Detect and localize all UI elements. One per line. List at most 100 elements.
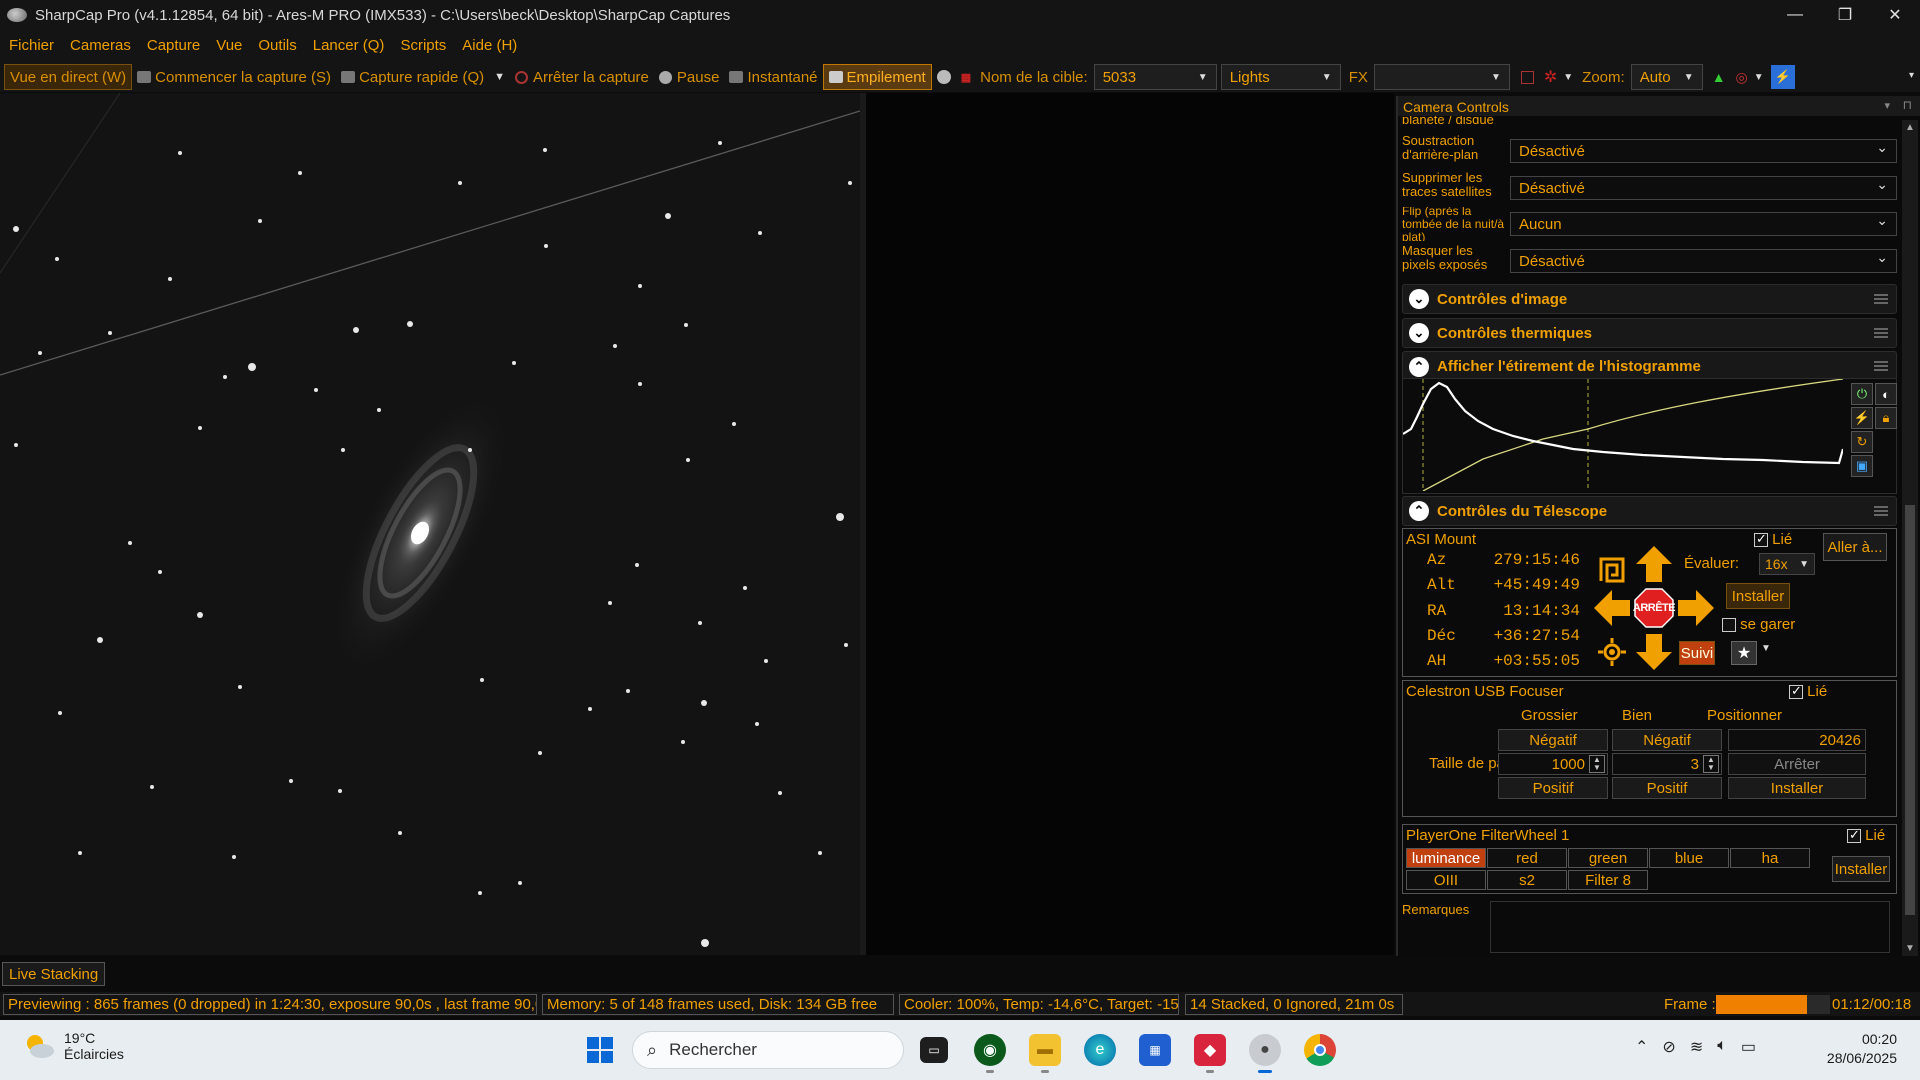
filter-ha[interactable]: ha (1730, 848, 1810, 868)
start-capture-button[interactable]: Commencer la capture (S) (132, 64, 336, 90)
filterwheel-linked-checkbox[interactable]: Lié (1847, 827, 1885, 844)
fx-select[interactable]: ▼ (1373, 64, 1510, 90)
filter-red[interactable]: red (1487, 848, 1567, 868)
wifi-icon[interactable]: ≋ (1690, 1037, 1703, 1057)
menu-cameras[interactable]: Cameras (62, 30, 139, 62)
satellite-trails-select[interactable]: Désactivé (1510, 176, 1897, 200)
fine-step-input[interactable]: 3 ▲ ▼ (1612, 753, 1722, 775)
hamburger-icon[interactable] (1874, 506, 1888, 516)
taskbar-app-phd[interactable]: ◉ (974, 1034, 1006, 1073)
close-button[interactable]: ✕ (1870, 0, 1920, 30)
quick-capture-button[interactable]: Capture rapide (Q) ▼ (336, 64, 510, 90)
auto-stretch-button[interactable]: ⚡ (1851, 407, 1873, 429)
weather-widget[interactable]: 19°C Éclaircies (22, 1030, 124, 1062)
pause-button[interactable]: Pause (654, 64, 725, 90)
taskbar-app-explorer[interactable]: ▬ (1029, 1034, 1061, 1073)
battery-icon[interactable]: ▭ (1741, 1037, 1756, 1057)
move-east-button[interactable] (1675, 587, 1717, 629)
sharpcap-pro-button[interactable]: ⚡ (1770, 65, 1795, 89)
hamburger-icon[interactable] (1874, 328, 1888, 338)
scrollbar-thumb[interactable] (1905, 505, 1915, 915)
menu-aide[interactable]: Aide (H) (454, 30, 525, 62)
stop-mount-button[interactable]: ARRÊTE (1633, 587, 1676, 629)
image-viewer[interactable] (0, 93, 1394, 955)
section-image-controls[interactable]: ⌄ Contrôles d'image (1402, 284, 1897, 314)
center-button[interactable] (1591, 631, 1633, 673)
reset-stretch-button[interactable]: ↻ (1851, 431, 1873, 453)
toolbar-overflow-icon[interactable]: ▾ (1909, 70, 1914, 81)
filter-blue[interactable]: blue (1649, 848, 1729, 868)
histogram-stretch-graph[interactable]: ⏻ ◐ ⚡ 🔒︎ ↻ ▣ (1402, 378, 1897, 494)
coarse-positive-button[interactable]: Positif (1498, 777, 1608, 799)
network-icon[interactable]: ⊘ (1662, 1037, 1675, 1057)
move-south-button[interactable] (1633, 631, 1675, 673)
stop-capture-button[interactable]: Arrêter la capture (510, 64, 654, 90)
star-align-button[interactable]: ★ (1731, 641, 1757, 665)
filter-s2[interactable]: s2 (1487, 870, 1567, 890)
task-view-button[interactable]: ▭ (920, 1037, 948, 1063)
background-subtraction-select[interactable]: Désactivé (1510, 139, 1897, 163)
taskbar-app-red[interactable]: ◆ (1194, 1034, 1226, 1073)
panel-scrollbar[interactable]: ▲ ▼ (1902, 120, 1918, 956)
notes-input[interactable] (1490, 901, 1890, 953)
fine-negative-button[interactable]: Négatif (1612, 729, 1722, 751)
frame-type-select[interactable]: Lights ▼ (1220, 64, 1341, 90)
position-value[interactable]: 20426 (1728, 729, 1866, 751)
coarse-step-input[interactable]: 1000 ▲ ▼ (1498, 753, 1608, 775)
menu-outils[interactable]: Outils (250, 30, 304, 62)
minimize-button[interactable]: — (1770, 0, 1820, 30)
mount-set-button[interactable]: Installer (1726, 583, 1790, 609)
move-north-button[interactable] (1633, 543, 1675, 585)
tracking-button[interactable]: Suivi (1679, 641, 1715, 665)
mount-linked-checkbox[interactable]: Lié (1754, 531, 1792, 548)
fine-positive-button[interactable]: Positif (1612, 777, 1722, 799)
focuser-stop-button[interactable]: Arrêter (1728, 753, 1866, 775)
coarse-negative-button[interactable]: Négatif (1498, 729, 1608, 751)
taskbar-app-store[interactable]: ▦ (1139, 1034, 1171, 1066)
section-histogram[interactable]: ⌃ Afficher l'étirement de l'histogramme (1402, 351, 1897, 381)
live-stacking-tab[interactable]: Live Stacking (2, 962, 106, 986)
focuser-linked-checkbox[interactable]: Lié (1789, 683, 1827, 700)
park-checkbox[interactable]: se garer (1722, 616, 1795, 633)
taskbar-clock[interactable]: 00:20 28/06/2025 (1827, 1030, 1897, 1068)
section-thermal-controls[interactable]: ⌄ Contrôles thermiques (1402, 318, 1897, 348)
flat-button[interactable]: ▦ (956, 64, 976, 90)
rate-select[interactable]: 16x ▼ (1759, 553, 1815, 575)
taskbar-app-sharpcap[interactable]: ● (1249, 1034, 1281, 1073)
scroll-up-icon[interactable]: ▲ (1905, 122, 1915, 133)
spiral-search-button[interactable] (1591, 549, 1633, 591)
crosshair-button[interactable]: ✲ ▼ (1539, 64, 1578, 90)
filterwheel-set-button[interactable]: Installer (1832, 856, 1890, 882)
live-view-button[interactable]: Vue en direct (W) (4, 64, 133, 90)
menu-vue[interactable]: Vue (208, 30, 250, 62)
target-name-select[interactable]: 5033 ▼ (1093, 64, 1217, 90)
spinner-icon[interactable]: ▲ ▼ (1589, 755, 1605, 773)
menu-scripts[interactable]: Scripts (392, 30, 454, 62)
hamburger-icon[interactable] (1874, 361, 1888, 371)
contrast-button[interactable]: ◐ (1875, 383, 1897, 405)
focus-tool-button[interactable]: ◎ ▼ (1731, 64, 1769, 90)
menu-capture[interactable]: Capture (139, 30, 208, 62)
chevron-down-icon[interactable]: ▼ (1761, 643, 1771, 654)
volume-icon[interactable]: 🔈︎ (1717, 1037, 1727, 1057)
snapshot-button[interactable]: Instantané (724, 64, 822, 90)
focuser-set-button[interactable]: Installer (1728, 777, 1866, 799)
flip-select[interactable]: Aucun (1510, 212, 1897, 236)
menu-lancer[interactable]: Lancer (Q) (305, 30, 393, 62)
filter-oiii[interactable]: OIII (1406, 870, 1486, 890)
start-button[interactable] (584, 1034, 616, 1066)
histogram-toggle-button[interactable]: ▲ (1707, 64, 1731, 90)
histogram-power-button[interactable]: ⏻ (1851, 383, 1873, 405)
filter-green[interactable]: green (1568, 848, 1648, 868)
taskbar-search[interactable]: ⌕ Rechercher (632, 1031, 904, 1069)
menu-fichier[interactable]: Fichier (0, 30, 62, 62)
chevron-up-icon[interactable]: ⌃ (1635, 1037, 1648, 1057)
dark-frame-button[interactable] (932, 64, 956, 90)
move-west-button[interactable] (1591, 587, 1633, 629)
lock-button[interactable]: 🔒︎ (1875, 407, 1897, 429)
hamburger-icon[interactable] (1874, 294, 1888, 304)
scroll-down-icon[interactable]: ▼ (1905, 943, 1915, 954)
save-stretch-button[interactable]: ▣ (1851, 455, 1873, 477)
stacking-button[interactable]: Empilement (822, 64, 932, 90)
filter-luminance[interactable]: luminance (1406, 848, 1486, 868)
